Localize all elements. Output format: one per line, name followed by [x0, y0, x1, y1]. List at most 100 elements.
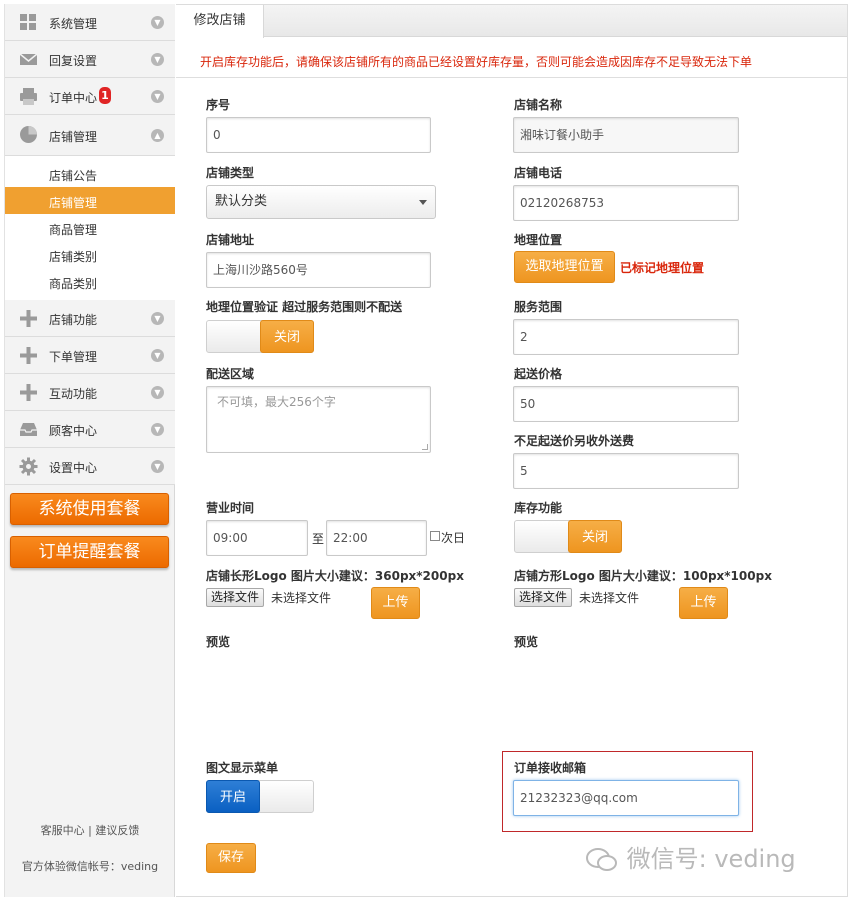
gear-icon [19, 457, 38, 476]
toggle-state: 开启 [206, 780, 260, 813]
wechat-logo-icon [586, 848, 617, 871]
customer-service-link[interactable]: 客服中心 [41, 824, 85, 837]
square-logo-choose-file-button[interactable]: 选择文件 [514, 588, 573, 607]
menu-item-store[interactable]: 店铺管理 ▲ [5, 115, 175, 156]
chevron-down-icon: ▼ [151, 53, 164, 66]
menu-item-settings[interactable]: 设置中心 ▼ [5, 448, 175, 485]
next-day-checkbox[interactable] [430, 531, 440, 541]
printer-icon [20, 88, 37, 105]
menu-item-store-functions[interactable]: 店铺功能 ▼ [5, 300, 175, 337]
wide-logo-upload-button[interactable]: 上传 [371, 587, 420, 619]
square-logo-upload-button[interactable]: 上传 [679, 587, 728, 619]
chevron-down-icon: ▼ [151, 460, 164, 473]
select-geo-button[interactable]: 选取地理位置 [514, 251, 615, 283]
toggle-state: 关闭 [260, 320, 314, 353]
geo-status-text: 已标记地理位置 [620, 261, 705, 275]
wide-logo-choose-file-button[interactable]: 选择文件 [206, 588, 265, 607]
menu-item-order-manage[interactable]: 下单管理 ▼ [5, 337, 175, 374]
hours-from-input[interactable]: 09:00 [206, 520, 308, 556]
sidebar-footer-links: 客服中心 | 建议反馈 [5, 822, 175, 838]
chevron-down-icon: ▼ [151, 16, 164, 29]
seq-input[interactable]: 0 [206, 117, 431, 153]
grid-icon [20, 14, 36, 30]
menu-item-interaction[interactable]: 互动功能 ▼ [5, 374, 175, 411]
inbox-icon [20, 423, 37, 436]
menu-item-orders[interactable]: 订单中心 1 ▼ [5, 78, 175, 115]
save-button[interactable]: 保存 [206, 843, 256, 873]
submenu-label: 店铺管理 [49, 196, 98, 210]
chevron-down-icon: ▼ [151, 423, 164, 436]
delivery-area-placeholder: 不可填，最大256个字 [217, 395, 336, 409]
menu-label: 订单中心 [49, 91, 98, 105]
menu-display-toggle[interactable]: 开启 [206, 780, 314, 813]
order-email-input[interactable]: 21232323@qq.com [513, 780, 739, 816]
system-package-button[interactable]: 系统使用套餐 [10, 493, 169, 525]
stock-warning-text: 开启库存功能后，请确保该店铺所有的商品已经设置好库存量，否则可能会造成因库存不足… [200, 55, 753, 69]
menu-label: 店铺管理 [49, 130, 98, 144]
tab-edit-store[interactable]: 修改店铺 [176, 5, 264, 38]
submenu-item-product-category[interactable]: 商品类别 [5, 268, 175, 295]
store-submenu: 店铺公告 店铺管理 商品管理 店铺类别 商品类别 [5, 156, 175, 302]
chevron-up-icon: ▲ [151, 129, 164, 142]
tab-bar: 修改店铺 [176, 5, 847, 38]
submenu-item-notice[interactable]: 店铺公告 [5, 160, 175, 187]
menu-label: 设置中心 [49, 461, 98, 475]
min-price-input[interactable]: 50 [513, 386, 739, 422]
extra-fee-input[interactable]: 5 [513, 453, 739, 489]
store-address-input[interactable]: 上海川沙路560号 [206, 252, 431, 288]
menu-label: 回复设置 [49, 54, 98, 68]
chevron-down-icon: ▼ [151, 312, 164, 325]
submenu-label: 店铺类别 [49, 250, 98, 264]
sidebar: 系统管理 ▼ 回复设置 ▼ 订单中心 1 ▼ 店铺管理 ▲ 店铺公告 店铺管理 … [4, 4, 175, 897]
menu-item-customers[interactable]: 顾客中心 ▼ [5, 411, 175, 448]
chevron-down-icon: ▼ [151, 386, 164, 399]
submenu-item-store-manage[interactable]: 店铺管理 [5, 187, 175, 214]
min-price-label: 起送价格 [514, 367, 563, 381]
menu-label: 互动功能 [49, 387, 98, 401]
service-range-input[interactable]: 2 [513, 319, 739, 355]
stock-function-label: 库存功能 [514, 501, 563, 515]
next-day-label: 次日 [441, 531, 466, 545]
stock-function-toggle[interactable]: 关闭 [514, 520, 622, 553]
seq-label: 序号 [206, 98, 231, 112]
plus-icon [20, 384, 37, 401]
order-count-badge: 1 [99, 87, 111, 104]
feedback-link[interactable]: 建议反馈 [95, 824, 139, 837]
geo-verify-label: 地理位置验证 超过服务范围则不配送 [206, 300, 403, 314]
square-logo-preview-label: 预览 [514, 635, 539, 649]
store-type-select[interactable]: 默认分类 [206, 185, 436, 219]
menu-label: 顾客中心 [49, 424, 98, 438]
hours-to-input[interactable]: 22:00 [326, 520, 427, 556]
menu-label: 系统管理 [49, 17, 98, 31]
store-address-label: 店铺地址 [206, 233, 255, 247]
store-name-label: 店铺名称 [514, 98, 563, 112]
menu-item-reply[interactable]: 回复设置 ▼ [5, 41, 175, 78]
submenu-label: 店铺公告 [49, 169, 98, 183]
chevron-down-icon: ▼ [151, 90, 164, 103]
submenu-label: 商品类别 [49, 277, 98, 291]
order-reminder-package-button[interactable]: 订单提醒套餐 [10, 536, 169, 568]
resize-grip-icon[interactable] [422, 444, 428, 450]
wide-logo-label: 店铺长形Logo 图片大小建议：360px*200px [206, 569, 464, 583]
square-logo-file-status: 未选择文件 [579, 591, 640, 605]
store-name-input[interactable]: 湘味订餐小助手 [513, 117, 739, 153]
chevron-down-icon: ▼ [151, 349, 164, 362]
submenu-item-store-category[interactable]: 店铺类别 [5, 241, 175, 268]
extra-fee-label: 不足起送价另收外送费 [514, 434, 635, 448]
submenu-item-products[interactable]: 商品管理 [5, 214, 175, 241]
store-phone-input[interactable]: 02120268753 [513, 185, 739, 221]
divider [176, 77, 847, 78]
plus-icon [20, 310, 37, 327]
square-logo-label: 店铺方形Logo 图片大小建议：100px*100px [514, 569, 772, 583]
wechat-account-text: 官方体验微信帐号：veding [21, 860, 159, 873]
chevron-down-icon [419, 200, 427, 205]
pie-chart-icon [20, 126, 37, 143]
wide-logo-preview-label: 预览 [206, 635, 231, 649]
store-type-value: 默认分类 [215, 194, 268, 209]
menu-label: 下单管理 [49, 350, 98, 364]
delivery-area-textarea[interactable]: 不可填，最大256个字 [206, 386, 431, 453]
geo-verify-toggle[interactable]: 关闭 [206, 320, 314, 353]
service-range-label: 服务范围 [514, 300, 563, 314]
menu-item-system[interactable]: 系统管理 ▼ [5, 4, 175, 41]
menu-display-label: 图文显示菜单 [206, 761, 279, 775]
